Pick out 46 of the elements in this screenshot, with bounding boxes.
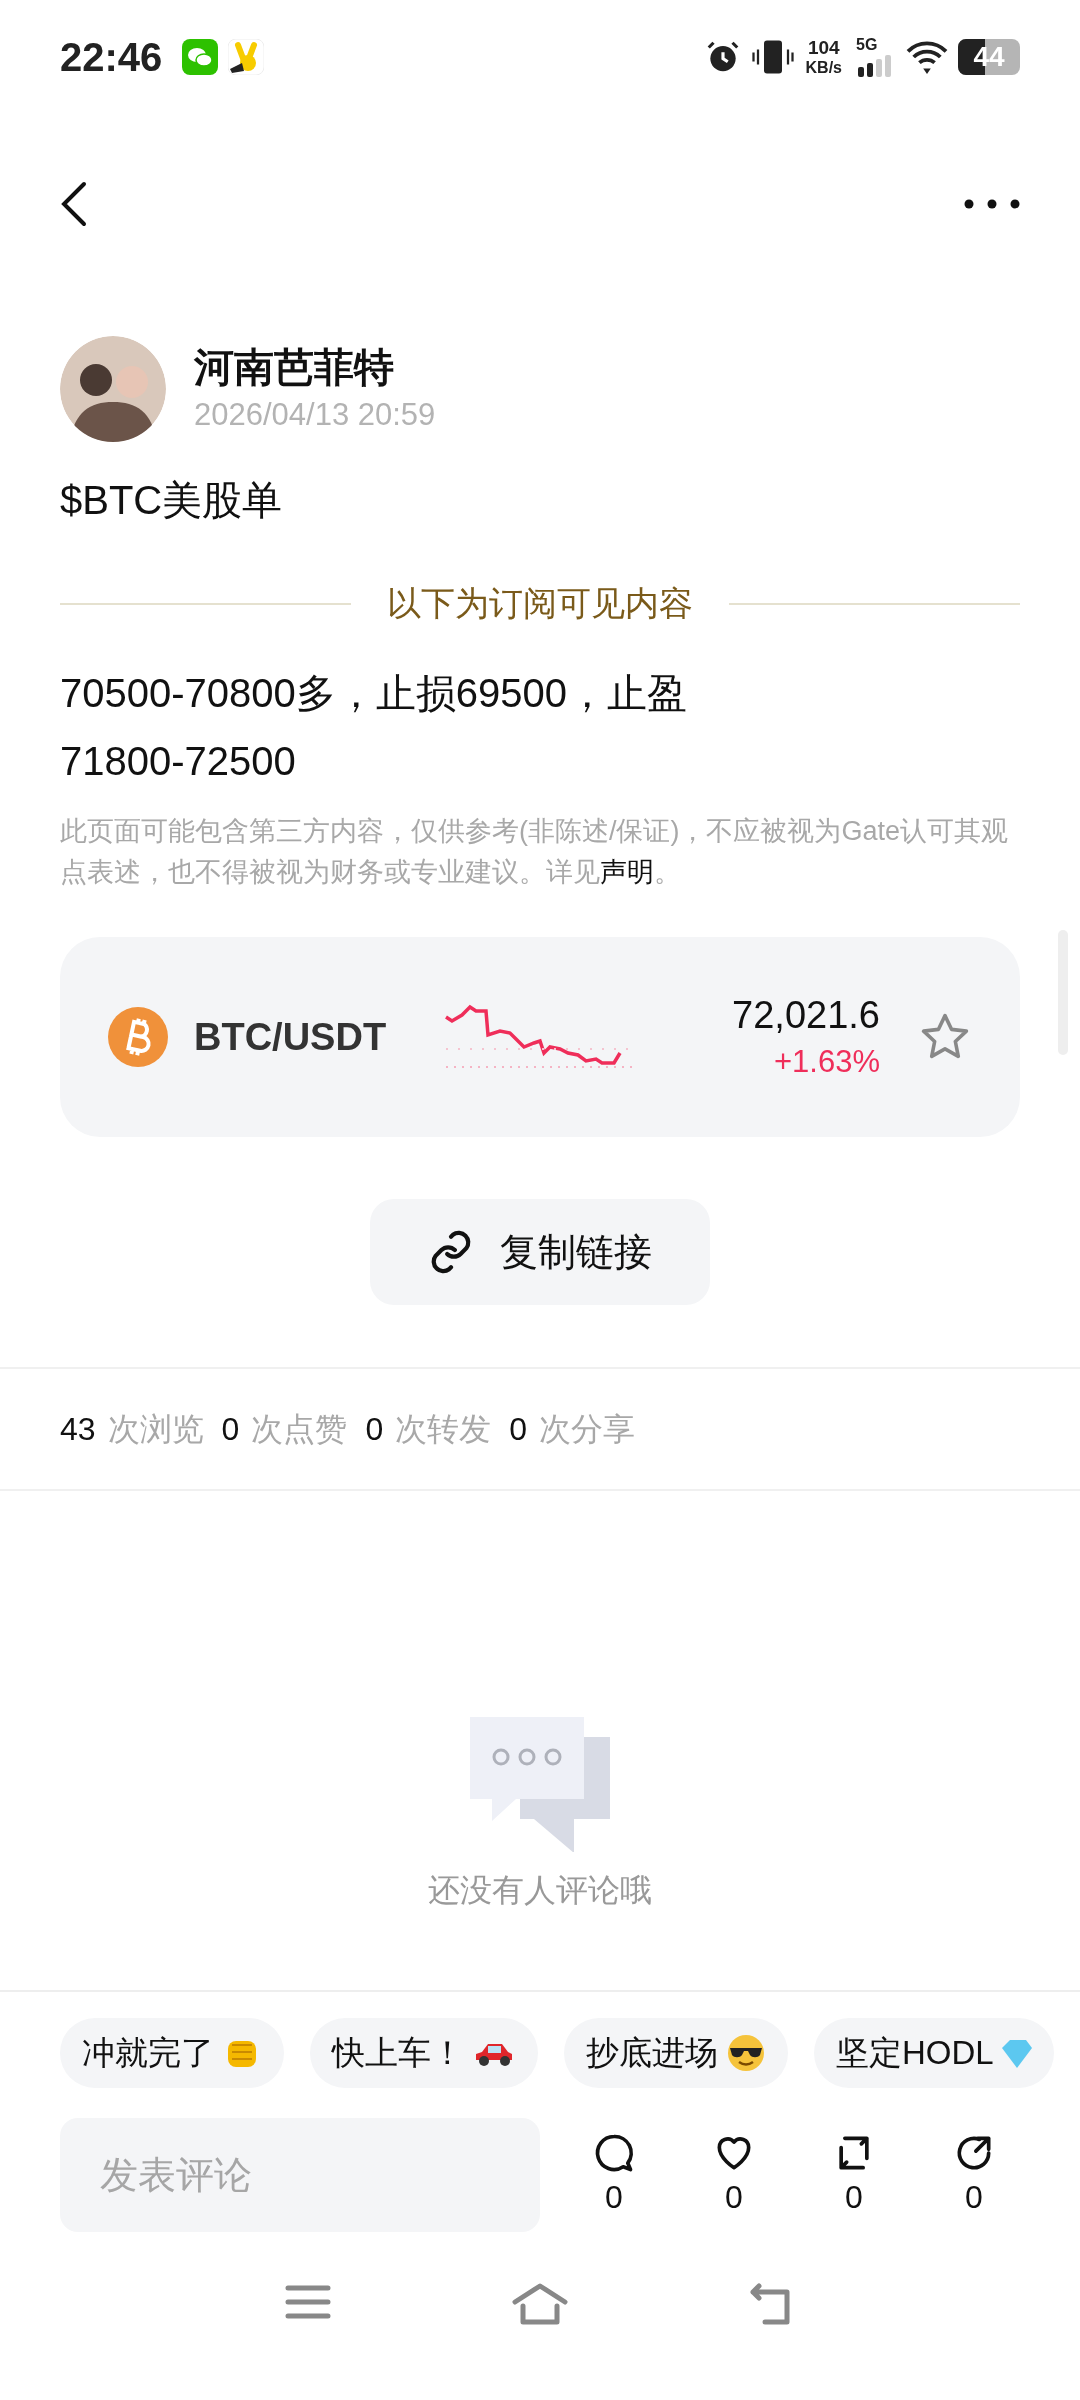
post-title: $BTC美股单 bbox=[60, 478, 283, 522]
action-count: 0 bbox=[725, 2178, 743, 2217]
price-change: +1.63% bbox=[774, 1043, 880, 1081]
back-icon[interactable] bbox=[60, 180, 88, 228]
stat-label: 次点赞 bbox=[251, 1410, 348, 1449]
author-name[interactable]: 河南芭菲特 bbox=[194, 341, 436, 393]
vibrate-icon bbox=[751, 38, 794, 76]
pair-name: BTC/USDT bbox=[194, 1014, 387, 1060]
quick-reply-chip[interactable]: 抄底进场 bbox=[564, 2018, 788, 2088]
quick-reply-chip[interactable]: 冲就完了 bbox=[60, 2018, 284, 2088]
stat-label: 次转发 bbox=[395, 1410, 492, 1449]
quick-reply-chip[interactable]: 快上车！ bbox=[310, 2018, 538, 2088]
status-time: 22:46 bbox=[60, 34, 163, 81]
comment-input[interactable]: 发表评论 bbox=[60, 2118, 540, 2232]
home-icon[interactable] bbox=[511, 2282, 569, 2326]
price-value: 72,021.6 bbox=[732, 993, 880, 1038]
empty-comments-text: 还没有人评论哦 bbox=[428, 1871, 652, 1910]
network-speed-unit: KB/s bbox=[805, 60, 842, 76]
disclaimer-text: 此页面可能包含第三方内容，仅供参考(非陈述/保证)，不应被视为Gate认可其观点表述，也不得被视为财务或专业建议。详见声明。 bbox=[59, 815, 1010, 889]
avatar[interactable] bbox=[60, 336, 166, 442]
more-icon[interactable] bbox=[964, 199, 1020, 209]
post-time: 2026/04/13 20:59 bbox=[194, 396, 436, 434]
stat-count: 0 bbox=[365, 1410, 384, 1449]
network-type: 5G bbox=[856, 37, 878, 53]
action-count: 0 bbox=[845, 2178, 863, 2217]
stat-label: 次分享 bbox=[539, 1410, 635, 1449]
copy-link-button[interactable]: 复制链接 bbox=[370, 1199, 710, 1305]
bitcoin-icon bbox=[108, 1007, 168, 1067]
action-count: 0 bbox=[965, 2178, 983, 2217]
rabbit-app-icon bbox=[228, 39, 265, 75]
stat-label: 次浏览 bbox=[107, 1410, 204, 1449]
sunglasses-face-icon bbox=[726, 2033, 766, 2073]
empty-comments-icon bbox=[470, 1717, 610, 1852]
network-speed: 104 bbox=[807, 38, 840, 57]
stat-count: 0 bbox=[509, 1410, 527, 1449]
subscriber-section-label: 以下为订阅可见内容 bbox=[387, 583, 693, 624]
quick-reply-chip[interactable]: 坚定HODL bbox=[814, 2018, 1054, 2088]
post-text: 70500-70800多，止损69500，止盈 bbox=[60, 670, 688, 717]
stat-count: 43 bbox=[60, 1410, 96, 1449]
chat-app-icon bbox=[182, 39, 219, 75]
stat-count: 0 bbox=[221, 1410, 240, 1449]
wifi-icon bbox=[904, 38, 950, 76]
statement-link[interactable]: 声明 bbox=[600, 857, 654, 887]
action-count: 0 bbox=[605, 2178, 623, 2217]
post-text: 71800-72500 bbox=[60, 738, 297, 785]
ticker-card[interactable]: BTC/USDT 72,021.6 +1.63% bbox=[60, 937, 1020, 1137]
